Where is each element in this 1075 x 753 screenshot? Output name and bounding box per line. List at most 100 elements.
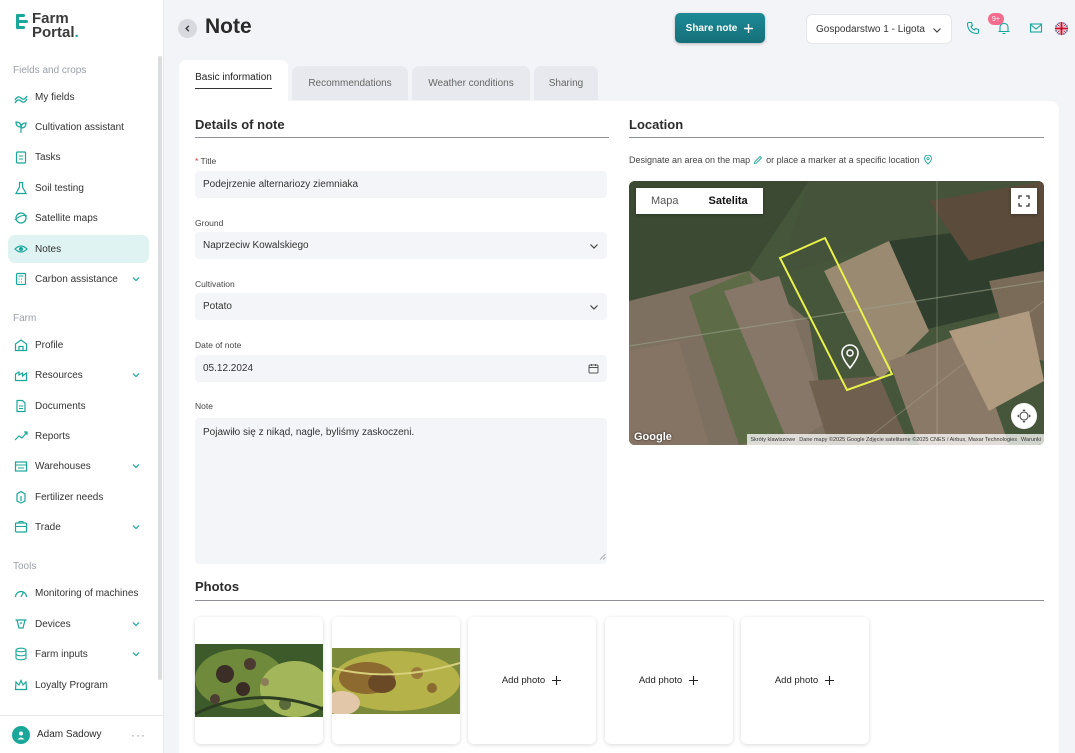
- document-icon: [14, 399, 28, 413]
- sidebar-item-farm-inputs[interactable]: Farm inputs: [8, 640, 149, 668]
- calendar-icon[interactable]: [588, 363, 599, 377]
- user-menu[interactable]: Adam Sadowy ···: [0, 715, 164, 753]
- trade-icon: [14, 520, 28, 534]
- sidebar-item-label: Notes: [35, 243, 62, 255]
- details-heading: Details of note: [195, 117, 285, 132]
- chevron-down-icon[interactable]: [131, 619, 141, 632]
- satellite-map[interactable]: Mapa Satelita Google Skróty klawiszowe D…: [629, 181, 1044, 445]
- add-photo-button[interactable]: Add photo: [605, 617, 733, 744]
- sidebar-item-label: Satellite maps: [35, 212, 98, 224]
- satellite-icon: [14, 211, 28, 225]
- sidebar-item-warehouses[interactable]: Warehouses: [8, 452, 149, 480]
- sidebar-item-label: Documents: [35, 400, 86, 412]
- chevron-down-icon: [932, 25, 942, 38]
- sidebar-item-profile[interactable]: Profile: [8, 331, 149, 359]
- add-photo-button[interactable]: Add photo: [468, 617, 596, 744]
- warehouse-icon: [14, 459, 28, 473]
- sidebar-item-notes[interactable]: Notes: [8, 235, 149, 263]
- location-hint: Designate an area on the map or place a …: [629, 155, 933, 165]
- sidebar-item-tasks[interactable]: Tasks: [8, 143, 149, 171]
- sidebar-item-loyalty-program[interactable]: Loyalty Program: [8, 671, 149, 699]
- cultivation-label: Cultivation: [195, 279, 235, 289]
- location-heading: Location: [629, 117, 684, 132]
- sidebar-item-label: Reports: [35, 430, 71, 442]
- sidebar-item-carbon-assistance[interactable]: Carbon assistance: [8, 265, 149, 293]
- logo[interactable]: Farm Portal.: [16, 10, 79, 41]
- gauge-icon: [14, 586, 28, 600]
- sidebar-item-devices[interactable]: Devices: [8, 610, 149, 638]
- chevron-down-icon[interactable]: [131, 274, 141, 287]
- sidebar-item-label: Warehouses: [35, 460, 91, 472]
- sidebar-item-soil-testing[interactable]: Soil testing: [8, 174, 149, 202]
- back-button[interactable]: [178, 19, 197, 38]
- chevron-down-icon[interactable]: [131, 522, 141, 535]
- sidebar-scrollbar[interactable]: [158, 56, 162, 680]
- sidebar-item-label: Loyalty Program: [35, 679, 108, 691]
- section-label-fields: Fields and crops: [13, 65, 87, 76]
- more-options-icon[interactable]: ···: [131, 728, 146, 742]
- sidebar-item-cultivation-assistant[interactable]: Cultivation assistant: [8, 113, 149, 141]
- tab-weather-conditions[interactable]: Weather conditions: [412, 66, 530, 100]
- chevron-down-icon[interactable]: [131, 370, 141, 383]
- chevron-left-icon: [185, 25, 190, 32]
- ground-label: Ground: [195, 218, 224, 228]
- chevron-down-icon: [589, 241, 599, 254]
- plus-icon: [552, 676, 562, 685]
- leaf-disease-photo-2: [332, 648, 460, 714]
- mail-icon[interactable]: [1028, 20, 1044, 36]
- map-type-toggle[interactable]: Mapa Satelita: [636, 188, 763, 214]
- map-type-satellite[interactable]: Satelita: [694, 188, 763, 214]
- resources-icon: [14, 368, 28, 382]
- plus-icon: [689, 676, 699, 685]
- sidebar: Farm Portal. Fields and crops My fields …: [0, 0, 164, 753]
- photo-thumbnail[interactable]: [332, 617, 460, 744]
- title-input[interactable]: Podejrzenie alternariozy ziemniaka: [195, 171, 607, 198]
- tab-basic-information[interactable]: Basic information: [179, 60, 288, 101]
- logo-text: Farm Portal.: [32, 10, 79, 41]
- map-type-map[interactable]: Mapa: [636, 188, 694, 214]
- sidebar-item-documents[interactable]: Documents: [8, 392, 149, 420]
- sidebar-item-resources[interactable]: Resources: [8, 361, 149, 389]
- tab-recommendations[interactable]: Recommendations: [292, 66, 408, 100]
- tab-sharing[interactable]: Sharing: [534, 66, 598, 100]
- farm-select[interactable]: Gospodarstwo 1 - Ligota: [806, 14, 952, 44]
- clipboard-icon: [14, 150, 28, 164]
- chevron-down-icon[interactable]: [131, 461, 141, 474]
- device-icon: [14, 617, 28, 631]
- user-name: Adam Sadowy: [37, 729, 102, 740]
- keyboard-shortcuts-link[interactable]: Skróty klawiszowe: [750, 437, 795, 443]
- sidebar-item-label: Carbon assistance: [35, 273, 118, 285]
- page-title: Note: [205, 15, 252, 38]
- terms-link[interactable]: Warunki: [1021, 437, 1041, 443]
- date-label: Date of note: [195, 340, 242, 350]
- sidebar-item-my-fields[interactable]: My fields: [8, 83, 149, 111]
- chevron-down-icon[interactable]: [131, 649, 141, 662]
- map-data-text: Dane mapy ©2025 Google Zdjęcie satelitar…: [799, 436, 1018, 443]
- farm-select-value: Gospodarstwo 1 - Ligota: [816, 23, 925, 35]
- share-note-label: Share note: [685, 22, 738, 34]
- location-pin-icon[interactable]: [840, 344, 860, 370]
- sidebar-item-fertilizer-needs[interactable]: Fertilizer needs: [8, 483, 149, 511]
- phone-icon[interactable]: [965, 20, 981, 36]
- note-textarea[interactable]: Pojawiło się z nikąd, nagle, byliśmy zas…: [195, 418, 607, 564]
- sidebar-item-reports[interactable]: Reports: [8, 422, 149, 450]
- photos-heading: Photos: [195, 579, 240, 594]
- ground-select[interactable]: Naprzeciw Kowalskiego: [195, 232, 607, 259]
- photo-thumbnail[interactable]: [195, 617, 323, 744]
- sidebar-item-monitoring-of-machines[interactable]: Monitoring of machines: [8, 579, 149, 607]
- resize-handle-icon[interactable]: [599, 552, 606, 563]
- google-logo[interactable]: Google: [634, 431, 672, 443]
- uk-flag-icon[interactable]: [1053, 20, 1069, 36]
- avatar: [12, 725, 30, 744]
- share-note-button[interactable]: Share note: [675, 13, 765, 43]
- sidebar-item-label: Farm inputs: [35, 648, 88, 660]
- add-photo-button[interactable]: Add photo: [741, 617, 869, 744]
- plus-icon: [744, 23, 754, 33]
- sidebar-item-satellite-maps[interactable]: Satellite maps: [8, 204, 149, 232]
- fullscreen-icon[interactable]: [1011, 188, 1037, 214]
- sprout-icon: [14, 120, 28, 134]
- sidebar-item-trade[interactable]: Trade: [8, 513, 149, 541]
- date-input[interactable]: 05.12.2024: [195, 355, 607, 382]
- cultivation-select[interactable]: Potato: [195, 293, 607, 320]
- map-pan-control-icon[interactable]: [1011, 403, 1037, 429]
